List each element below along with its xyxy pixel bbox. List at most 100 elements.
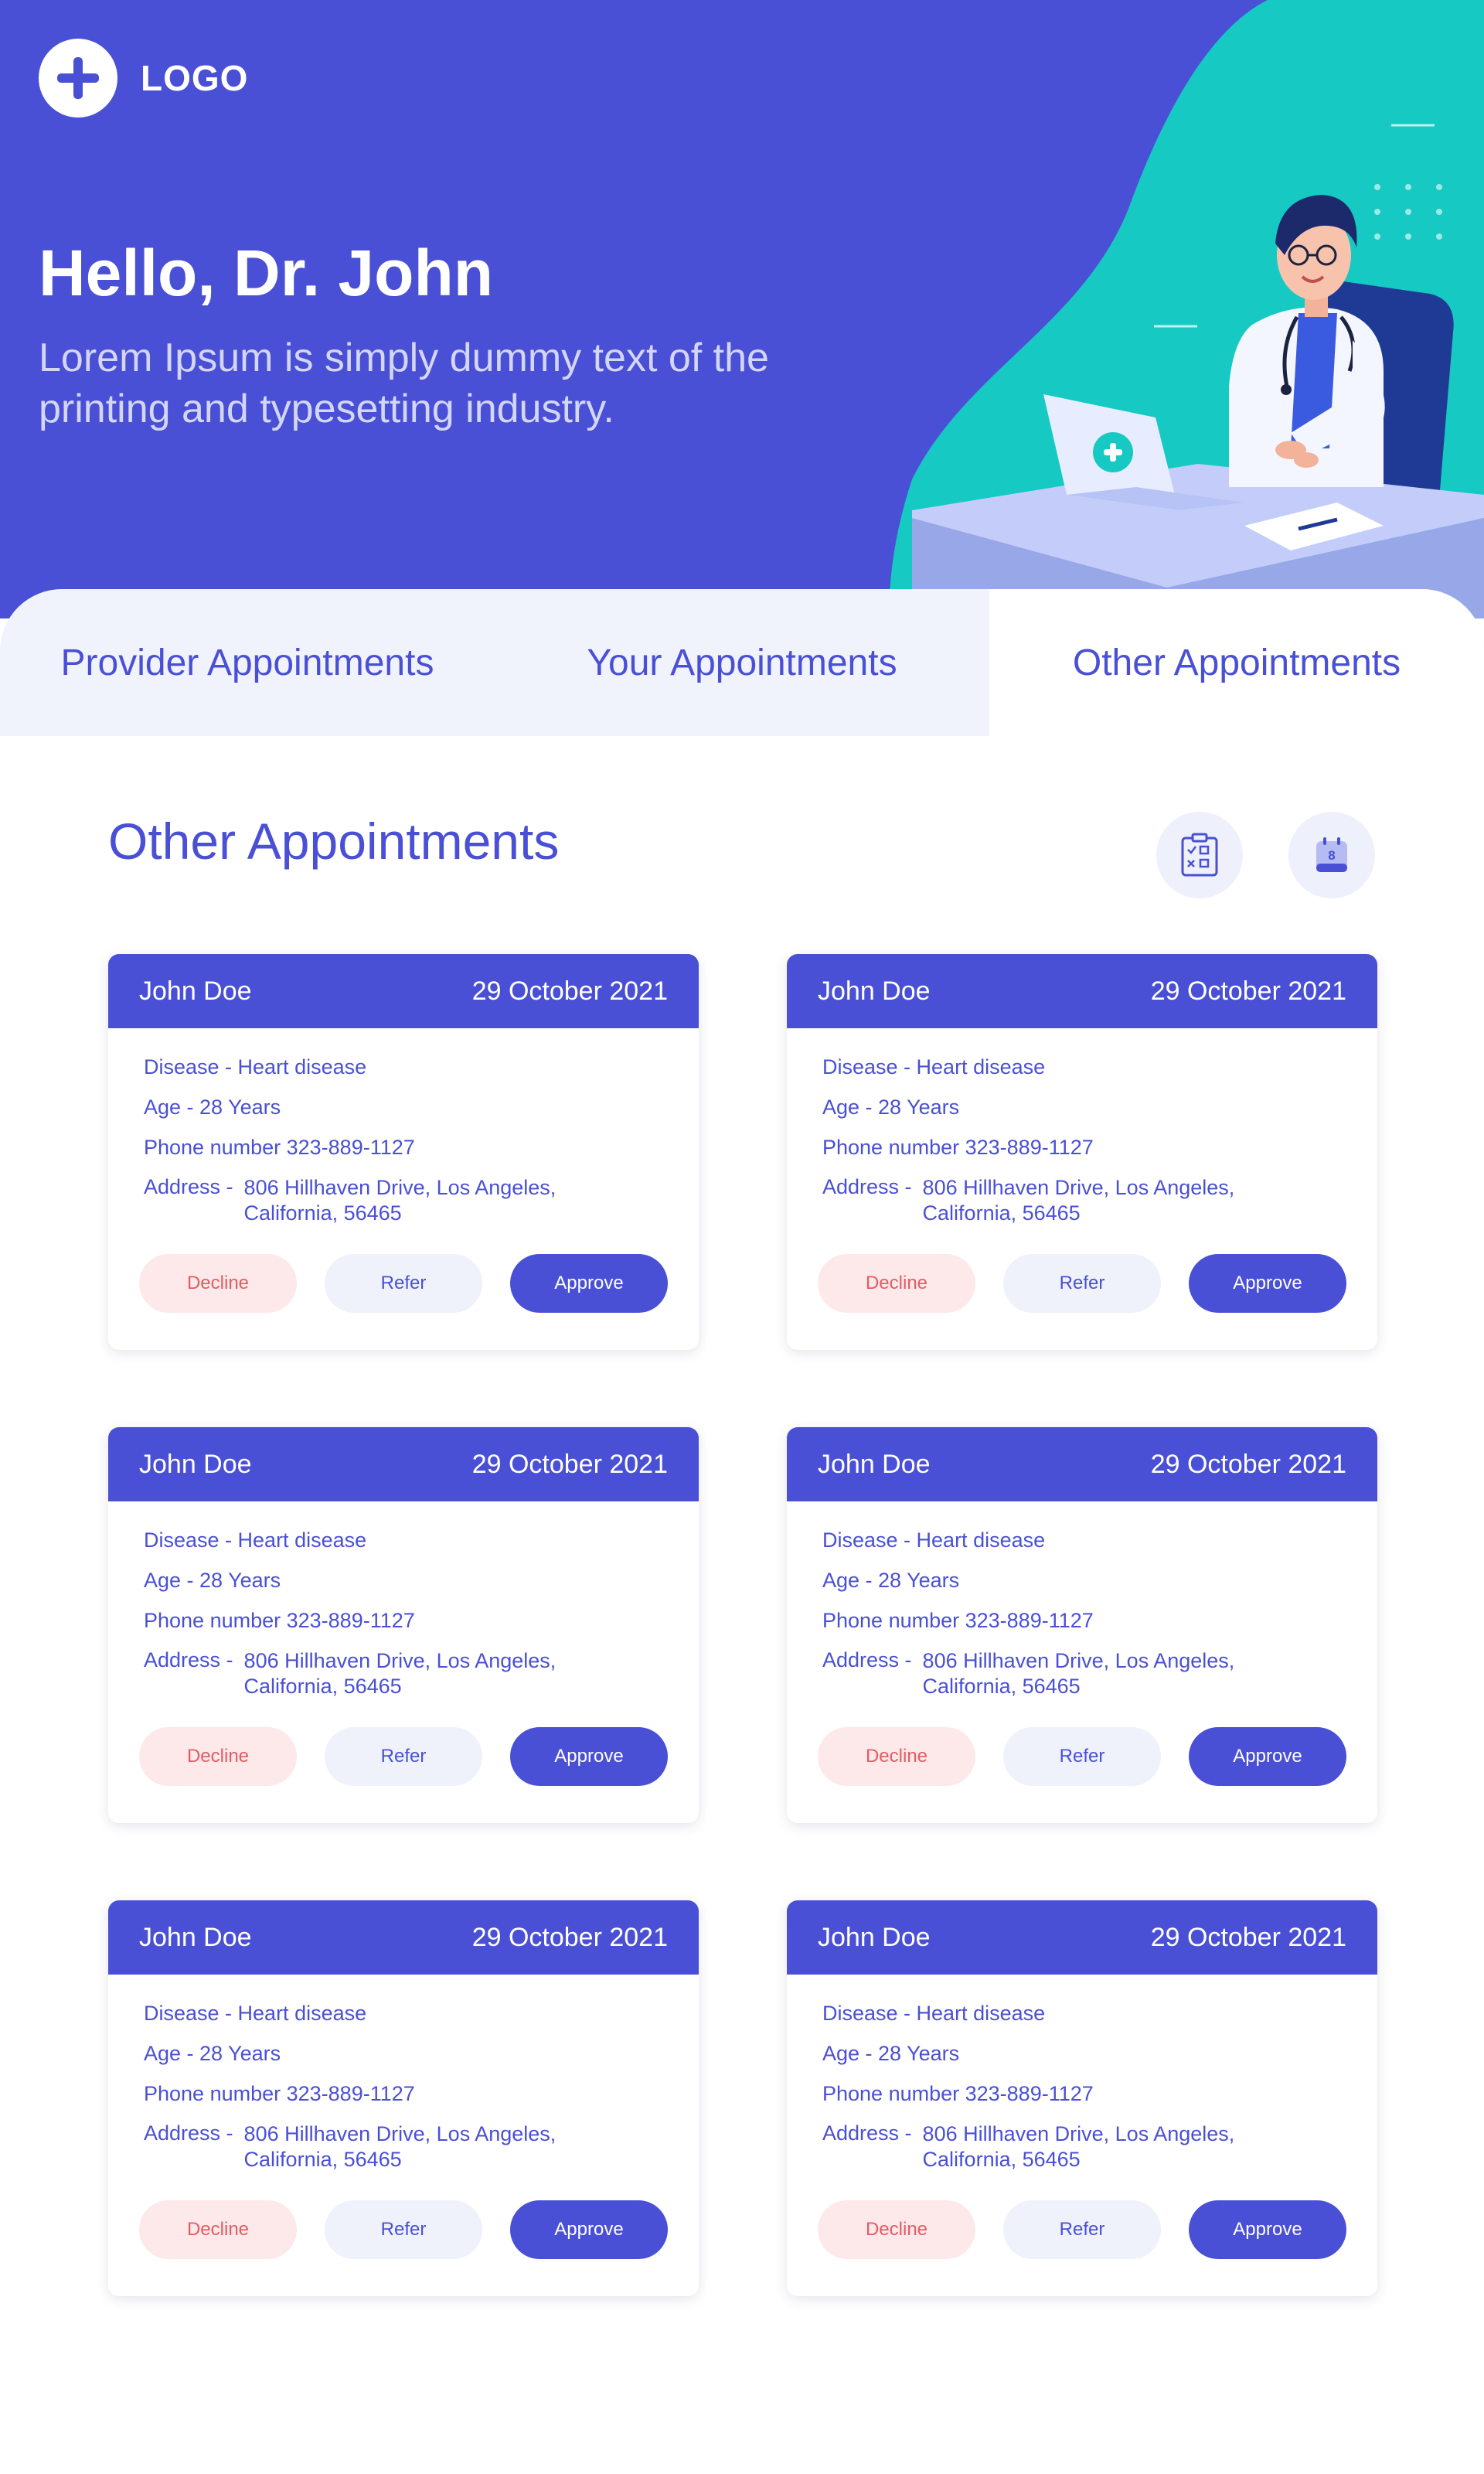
disease-line: Disease - Heart disease: [144, 1528, 367, 1552]
age-line: Age - 28 Years: [822, 1096, 960, 1119]
refer-button[interactable]: Refer: [1003, 1727, 1161, 1786]
calendar-icon: 8: [1316, 837, 1347, 872]
address-value: 806 Hillhaven Drive, Los Angeles, Califo…: [243, 2122, 556, 2171]
patient-name: John Doe: [139, 1449, 252, 1479]
doctor-illustration: [912, 195, 1484, 618]
age-line: Age - 28 Years: [144, 2042, 281, 2065]
approve-button[interactable]: Approve: [1189, 2200, 1346, 2259]
address-line: Address - 806 Hillhaven Drive, Los Angel…: [144, 1175, 663, 1226]
appointment-card: John Doe 29 October 2021 Disease - Heart…: [108, 1900, 699, 2296]
card-details: Disease - Heart disease Age - 28 Years P…: [108, 1028, 699, 1226]
patient-name: John Doe: [818, 1449, 931, 1479]
address-line: Address - 806 Hillhaven Drive, Los Angel…: [822, 2121, 1342, 2172]
phone-line: Phone number 323-889-1127: [144, 1136, 415, 1159]
hero-banner: LOGO Hello, Dr. John Lorem Ipsum is simp…: [0, 0, 1484, 618]
calendar-day-number: 8: [1328, 848, 1335, 863]
decline-button[interactable]: Decline: [139, 1254, 297, 1313]
refer-button[interactable]: Refer: [325, 1727, 482, 1786]
approve-button[interactable]: Approve: [510, 1254, 668, 1313]
appointment-card: John Doe 29 October 2021 Disease - Heart…: [787, 1900, 1377, 2296]
approve-button[interactable]: Approve: [1189, 1727, 1346, 1786]
logo-text: LOGO: [141, 58, 249, 98]
card-actions: Decline Refer Approve: [139, 1254, 668, 1313]
disease-line: Disease - Heart disease: [822, 1055, 1046, 1079]
card-details: Disease - Heart disease Age - 28 Years P…: [787, 1028, 1377, 1226]
tab-other-appointments[interactable]: Other Appointments: [989, 589, 1484, 736]
greeting-heading: Hello, Dr. John: [39, 237, 494, 309]
card-details: Disease - Heart disease Age - 28 Years P…: [108, 1501, 699, 1699]
appointment-card: John Doe 29 October 2021 Disease - Heart…: [787, 954, 1377, 1350]
card-actions: Decline Refer Approve: [818, 1727, 1346, 1786]
phone-line: Phone number 323-889-1127: [144, 2082, 415, 2105]
appointment-date: 29 October 2021: [471, 1922, 668, 1952]
tab-your-appointments[interactable]: Your Appointments: [495, 589, 989, 736]
phone-line: Phone number 323-889-1127: [822, 1609, 1094, 1632]
card-actions: Decline Refer Approve: [139, 2200, 668, 2259]
appointment-date: 29 October 2021: [1150, 976, 1346, 1006]
approve-button[interactable]: Approve: [510, 2200, 668, 2259]
address-line: Address - 806 Hillhaven Drive, Los Angel…: [144, 2121, 663, 2172]
address-value: 806 Hillhaven Drive, Los Angeles, Califo…: [243, 1649, 556, 1698]
card-details: Disease - Heart disease Age - 28 Years P…: [787, 1501, 1377, 1699]
refer-button[interactable]: Refer: [325, 2200, 482, 2259]
card-details: Disease - Heart disease Age - 28 Years P…: [787, 1975, 1377, 2172]
address-label: Address -: [822, 1175, 912, 1198]
address-line: Address - 806 Hillhaven Drive, Los Angel…: [144, 1648, 663, 1699]
age-line: Age - 28 Years: [822, 1569, 960, 1592]
page-title: Other Appointments: [108, 813, 560, 870]
calendar-button[interactable]: 8: [1288, 812, 1375, 898]
address-value: 806 Hillhaven Drive, Los Angeles, Califo…: [243, 1176, 556, 1225]
decline-button[interactable]: Decline: [818, 1727, 975, 1786]
checklist-button[interactable]: [1156, 812, 1243, 898]
address-label: Address -: [144, 1648, 233, 1671]
address-value: 806 Hillhaven Drive, Los Angeles, Califo…: [922, 1649, 1235, 1698]
appointment-date: 29 October 2021: [471, 976, 668, 1006]
age-line: Age - 28 Years: [144, 1569, 281, 1592]
logo[interactable]: LOGO: [39, 39, 248, 118]
disease-line: Disease - Heart disease: [144, 1055, 367, 1079]
appointment-date: 29 October 2021: [471, 1449, 668, 1479]
address-line: Address - 806 Hillhaven Drive, Los Angel…: [822, 1648, 1342, 1699]
decline-button[interactable]: Decline: [818, 1254, 975, 1313]
card-header: John Doe 29 October 2021: [108, 1900, 699, 1975]
patient-name: John Doe: [818, 976, 931, 1006]
tab-provider-appointments[interactable]: Provider Appointments: [0, 589, 495, 736]
decline-button[interactable]: Decline: [818, 2200, 975, 2259]
card-actions: Decline Refer Approve: [139, 1727, 668, 1786]
approve-button[interactable]: Approve: [1189, 1254, 1346, 1313]
address-value: 806 Hillhaven Drive, Los Angeles, Califo…: [922, 1176, 1235, 1225]
card-header: John Doe 29 October 2021: [787, 1427, 1377, 1501]
plus-logo-icon: [39, 39, 117, 118]
card-details: Disease - Heart disease Age - 28 Years P…: [108, 1975, 699, 2172]
card-actions: Decline Refer Approve: [818, 1254, 1346, 1313]
card-header: John Doe 29 October 2021: [108, 1427, 699, 1501]
age-line: Age - 28 Years: [144, 1096, 281, 1119]
card-header: John Doe 29 October 2021: [787, 954, 1377, 1028]
approve-button[interactable]: Approve: [510, 1727, 668, 1786]
age-line: Age - 28 Years: [822, 2042, 960, 2065]
patient-name: John Doe: [139, 976, 252, 1006]
address-label: Address -: [822, 2121, 912, 2145]
hero-subtitle: Lorem Ipsum is simply dummy text of the …: [39, 336, 769, 431]
phone-line: Phone number 323-889-1127: [144, 1609, 415, 1632]
appointment-card: John Doe 29 October 2021 Disease - Heart…: [108, 1427, 699, 1823]
address-label: Address -: [144, 1175, 233, 1198]
appointments-tabs: Provider Appointments Your Appointments …: [0, 589, 1484, 736]
refer-button[interactable]: Refer: [1003, 2200, 1161, 2259]
appointment-date: 29 October 2021: [1150, 1922, 1346, 1952]
refer-button[interactable]: Refer: [325, 1254, 482, 1313]
address-line: Address - 806 Hillhaven Drive, Los Angel…: [822, 1175, 1342, 1226]
address-label: Address -: [822, 1648, 912, 1671]
patient-name: John Doe: [139, 1922, 252, 1952]
decline-button[interactable]: Decline: [139, 1727, 297, 1786]
disease-line: Disease - Heart disease: [144, 2002, 367, 2025]
card-header: John Doe 29 October 2021: [787, 1900, 1377, 1975]
disease-line: Disease - Heart disease: [822, 1528, 1046, 1552]
decline-button[interactable]: Decline: [139, 2200, 297, 2259]
address-value: 806 Hillhaven Drive, Los Angeles, Califo…: [922, 2122, 1235, 2171]
refer-button[interactable]: Refer: [1003, 1254, 1161, 1313]
card-actions: Decline Refer Approve: [818, 2200, 1346, 2259]
appointment-card: John Doe 29 October 2021 Disease - Heart…: [108, 954, 699, 1350]
patient-name: John Doe: [818, 1922, 931, 1952]
appointment-date: 29 October 2021: [1150, 1449, 1346, 1479]
